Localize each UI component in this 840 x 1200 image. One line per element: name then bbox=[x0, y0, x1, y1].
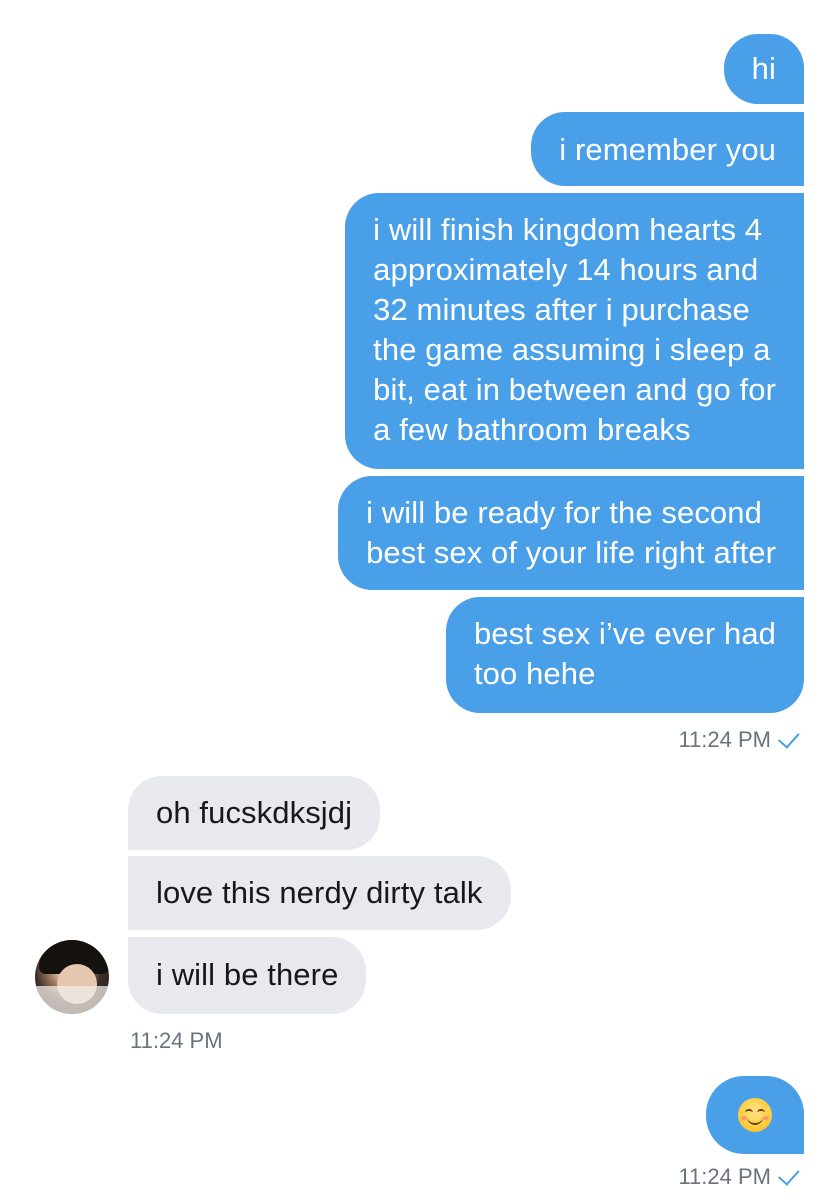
message-bubble-outgoing[interactable]: i remember you bbox=[531, 112, 804, 186]
message-text-line: i will finish kingdom hearts 4 bbox=[373, 212, 763, 247]
avatar-shade bbox=[35, 986, 109, 1014]
message-text: love this nerdy dirty talk bbox=[156, 875, 483, 910]
message-text-line: the game assuming i sleep a bbox=[373, 332, 771, 367]
message-bubble-outgoing[interactable] bbox=[706, 1076, 804, 1154]
message-text-line: best sex i’ve ever had bbox=[473, 616, 776, 651]
checkmark-icon bbox=[777, 1163, 800, 1186]
message-text: hi bbox=[751, 51, 776, 86]
message-bubble-outgoing[interactable]: hi bbox=[723, 34, 804, 104]
message-timestamp: 11:24 PM bbox=[678, 726, 802, 753]
timestamp-text: 11:24 PM bbox=[130, 1028, 223, 1053]
message-text-line: best sex of your life right after bbox=[366, 535, 776, 570]
message-text: oh fucskdksjdj bbox=[156, 795, 353, 830]
message-bubble-incoming[interactable]: love this nerdy dirty talk bbox=[128, 856, 511, 930]
message-bubble-outgoing[interactable]: i will be ready for the second best sex … bbox=[338, 476, 804, 590]
user-avatar[interactable] bbox=[35, 940, 109, 1014]
message-text-line: bit, eat in between and go for bbox=[373, 372, 776, 407]
message-bubble-incoming[interactable]: oh fucskdksjdj bbox=[128, 776, 381, 850]
message-bubble-incoming[interactable]: i will be there bbox=[128, 937, 367, 1014]
message-text: i will be there bbox=[156, 957, 339, 992]
message-timestamp: 11:24 PM bbox=[678, 1163, 802, 1190]
timestamp-text: 11:24 PM bbox=[678, 1164, 771, 1189]
message-text-line: a few bathroom breaks bbox=[373, 412, 691, 447]
message-text: i remember you bbox=[559, 132, 776, 167]
message-timestamp: 11:24 PM bbox=[130, 1028, 223, 1054]
message-text-line: approximately 14 hours and bbox=[373, 252, 759, 287]
smiling-face-emoji-icon bbox=[738, 1098, 772, 1132]
message-text-line: 32 minutes after i purchase bbox=[373, 292, 750, 327]
message-bubble-outgoing[interactable]: best sex i’ve ever had too hehe bbox=[445, 597, 804, 713]
message-text-line: i will be ready for the second bbox=[366, 495, 762, 530]
timestamp-text: 11:24 PM bbox=[678, 727, 771, 752]
emoji-mouth bbox=[747, 1115, 763, 1125]
message-text-line: too hehe bbox=[473, 656, 596, 691]
message-bubble-outgoing[interactable]: i will finish kingdom hearts 4 approxima… bbox=[345, 193, 804, 469]
checkmark-icon bbox=[777, 726, 800, 749]
emoji-blush-right bbox=[763, 1116, 769, 1120]
